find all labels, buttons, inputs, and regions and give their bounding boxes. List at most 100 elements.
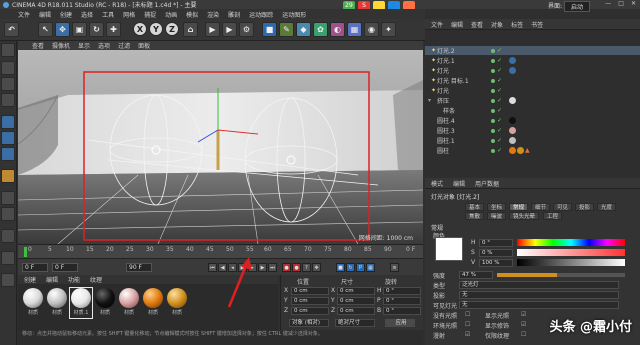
menu-file[interactable]: 文件 [18,10,30,19]
rotation-key-icon[interactable]: ↻ [346,263,355,272]
scale-tool-icon[interactable]: ▣ [72,22,87,37]
material-item[interactable]: 材质 [94,288,116,318]
object-row[interactable]: 圆柱.1 ✓ [425,136,640,145]
attr-tab-general[interactable]: 常规 [509,203,529,211]
size-y-field[interactable]: 0 cm [337,297,375,305]
material-item[interactable]: 材质 [22,288,44,318]
current-frame-field[interactable]: 0 F [52,263,78,272]
ob-menu-edit[interactable]: 编辑 [451,20,463,29]
attr-tab-caustics[interactable]: 焦散 [465,212,485,220]
autokey-icon[interactable]: ● [292,263,301,272]
attr-tab-details[interactable]: 细节 [531,203,551,211]
world-coord-icon[interactable]: ⌂ [183,22,198,37]
show-illumination-checkbox[interactable]: ☑ [521,311,526,318]
color-swatch[interactable] [435,237,463,261]
deformer-icon[interactable]: ◐ [330,22,345,37]
attr-tab-shadow[interactable]: 投影 [575,203,595,211]
light-type-select[interactable]: 泛光灯 [459,281,619,289]
menu-select[interactable]: 选择 [81,10,93,19]
intensity-slider[interactable] [497,273,625,277]
menu-sculpt[interactable]: 雕刻 [228,10,240,19]
pos-y-field[interactable]: 0 cm [291,297,329,305]
menu-mesh[interactable]: 网格 [123,10,135,19]
ob-menu-file[interactable]: 文件 [431,20,443,29]
diffuse-checkbox[interactable]: ☑ [465,331,470,338]
pla-key-icon[interactable]: ▦ [366,263,375,272]
solo-icon[interactable] [1,251,15,265]
hue-slider[interactable] [517,239,625,246]
attr-tab-photometric[interactable]: 光度 [597,203,617,211]
close-button[interactable]: ✕ [631,0,636,7]
object-row[interactable]: 圆柱.3 ✓ [425,126,640,135]
mat-menu-create[interactable]: 创建 [24,275,36,284]
attr-tab-lensflare[interactable]: 镜头光晕 [509,212,540,220]
object-row[interactable]: ▾ 挤压 ✓ [425,96,640,105]
z-axis-button[interactable]: Z [165,22,179,36]
record-icon[interactable]: ● [282,263,291,272]
workplane-icon[interactable] [1,93,15,107]
pos-x-field[interactable]: 0 cm [291,287,329,295]
select-tool-icon[interactable]: ↖ [38,22,53,37]
menu-simulate[interactable]: 模拟 [186,10,198,19]
scale-key-icon[interactable]: ■ [336,263,345,272]
light-icon[interactable]: ✦ [381,22,396,37]
pen-icon[interactable]: ✎ [279,22,294,37]
size-z-field[interactable]: 0 cm [337,307,375,315]
apply-button[interactable]: 应用 [385,319,415,327]
coord-mode-select[interactable]: 对象 (相对) [289,319,329,327]
cube-icon[interactable]: ■ [262,22,277,37]
ob-menu-bookmark[interactable]: 书签 [531,20,543,29]
move-tool-icon[interactable]: ✥ [55,22,70,37]
mat-menu-texture[interactable]: 纹理 [90,275,102,284]
show-modifiers-checkbox[interactable]: ☑ [521,321,526,328]
vp-menu-filter[interactable]: 过滤 [118,41,130,50]
vp-menu-panel[interactable]: 面板 [138,41,150,50]
object-row[interactable]: ✦ 灯光 ✓ [425,86,640,95]
saturation-slider[interactable] [517,249,625,256]
material-item[interactable]: 材质 [118,288,140,318]
attr-tab-project[interactable]: 工程 [543,212,563,220]
tweak-icon[interactable] [1,191,15,205]
rot-b-field[interactable]: 0 ° [383,307,421,315]
menu-tracking[interactable]: 运动跟踪 [249,10,273,19]
undo-icon[interactable]: ↶ [4,22,19,37]
size-mode-select[interactable]: 绝对尺寸 [335,319,375,327]
menu-create[interactable]: 创建 [60,10,72,19]
object-row[interactable]: 圆柱.4 ✓ [425,116,640,125]
floor-icon[interactable]: ▦ [347,22,362,37]
playhead[interactable] [24,247,27,257]
vp-menu-options[interactable]: 选项 [98,41,110,50]
vp-menu-display[interactable]: 显示 [78,41,90,50]
end-frame-field[interactable]: 90 F [126,263,152,272]
mat-menu-function[interactable]: 功能 [68,275,80,284]
attr-tab-coord[interactable]: 坐标 [487,203,507,211]
go-start-icon[interactable]: ⏮ [208,263,217,272]
material-item[interactable]: 材质 [46,288,68,318]
timeline-ruler[interactable]: 0 5 10 15 20 25 30 35 40 45 50 55 60 65 … [18,244,423,258]
texture-only-checkbox[interactable]: ☐ [521,331,526,338]
pos-z-field[interactable]: 0 cm [291,307,329,315]
menu-edit[interactable]: 编辑 [39,10,51,19]
material-item[interactable]: 材质 [142,288,164,318]
object-row[interactable]: ✦ 灯光 目标.1 ✓ [425,76,640,85]
shadow-select[interactable]: 无 [459,291,619,299]
attr-tab-noise[interactable]: 噪波 [487,212,507,220]
vp-menu-camera[interactable]: 摄像机 [52,41,70,50]
snap-icon[interactable] [1,207,15,221]
attr-menu-edit[interactable]: 编辑 [453,179,465,188]
value-field[interactable]: 100 % [479,259,513,267]
ob-menu-tag[interactable]: 标签 [511,20,523,29]
array-icon[interactable]: ✿ [313,22,328,37]
paint-icon[interactable] [1,273,15,287]
position-key-icon[interactable]: ✥ [312,263,321,272]
saturation-field[interactable]: 0 % [479,249,513,257]
no-illumination-checkbox[interactable]: ☐ [465,311,470,318]
object-row[interactable]: 样条 ✓ [425,106,640,115]
attr-menu-userdata[interactable]: 用户数据 [475,179,499,188]
attr-tab-basic[interactable]: 基本 [465,203,485,211]
x-axis-button[interactable]: X [133,22,147,36]
y-axis-button[interactable]: Y [149,22,163,36]
layout-value[interactable]: 启动 [563,1,590,12]
maximize-button[interactable]: □ [618,0,624,7]
camera-icon[interactable]: ◉ [364,22,379,37]
